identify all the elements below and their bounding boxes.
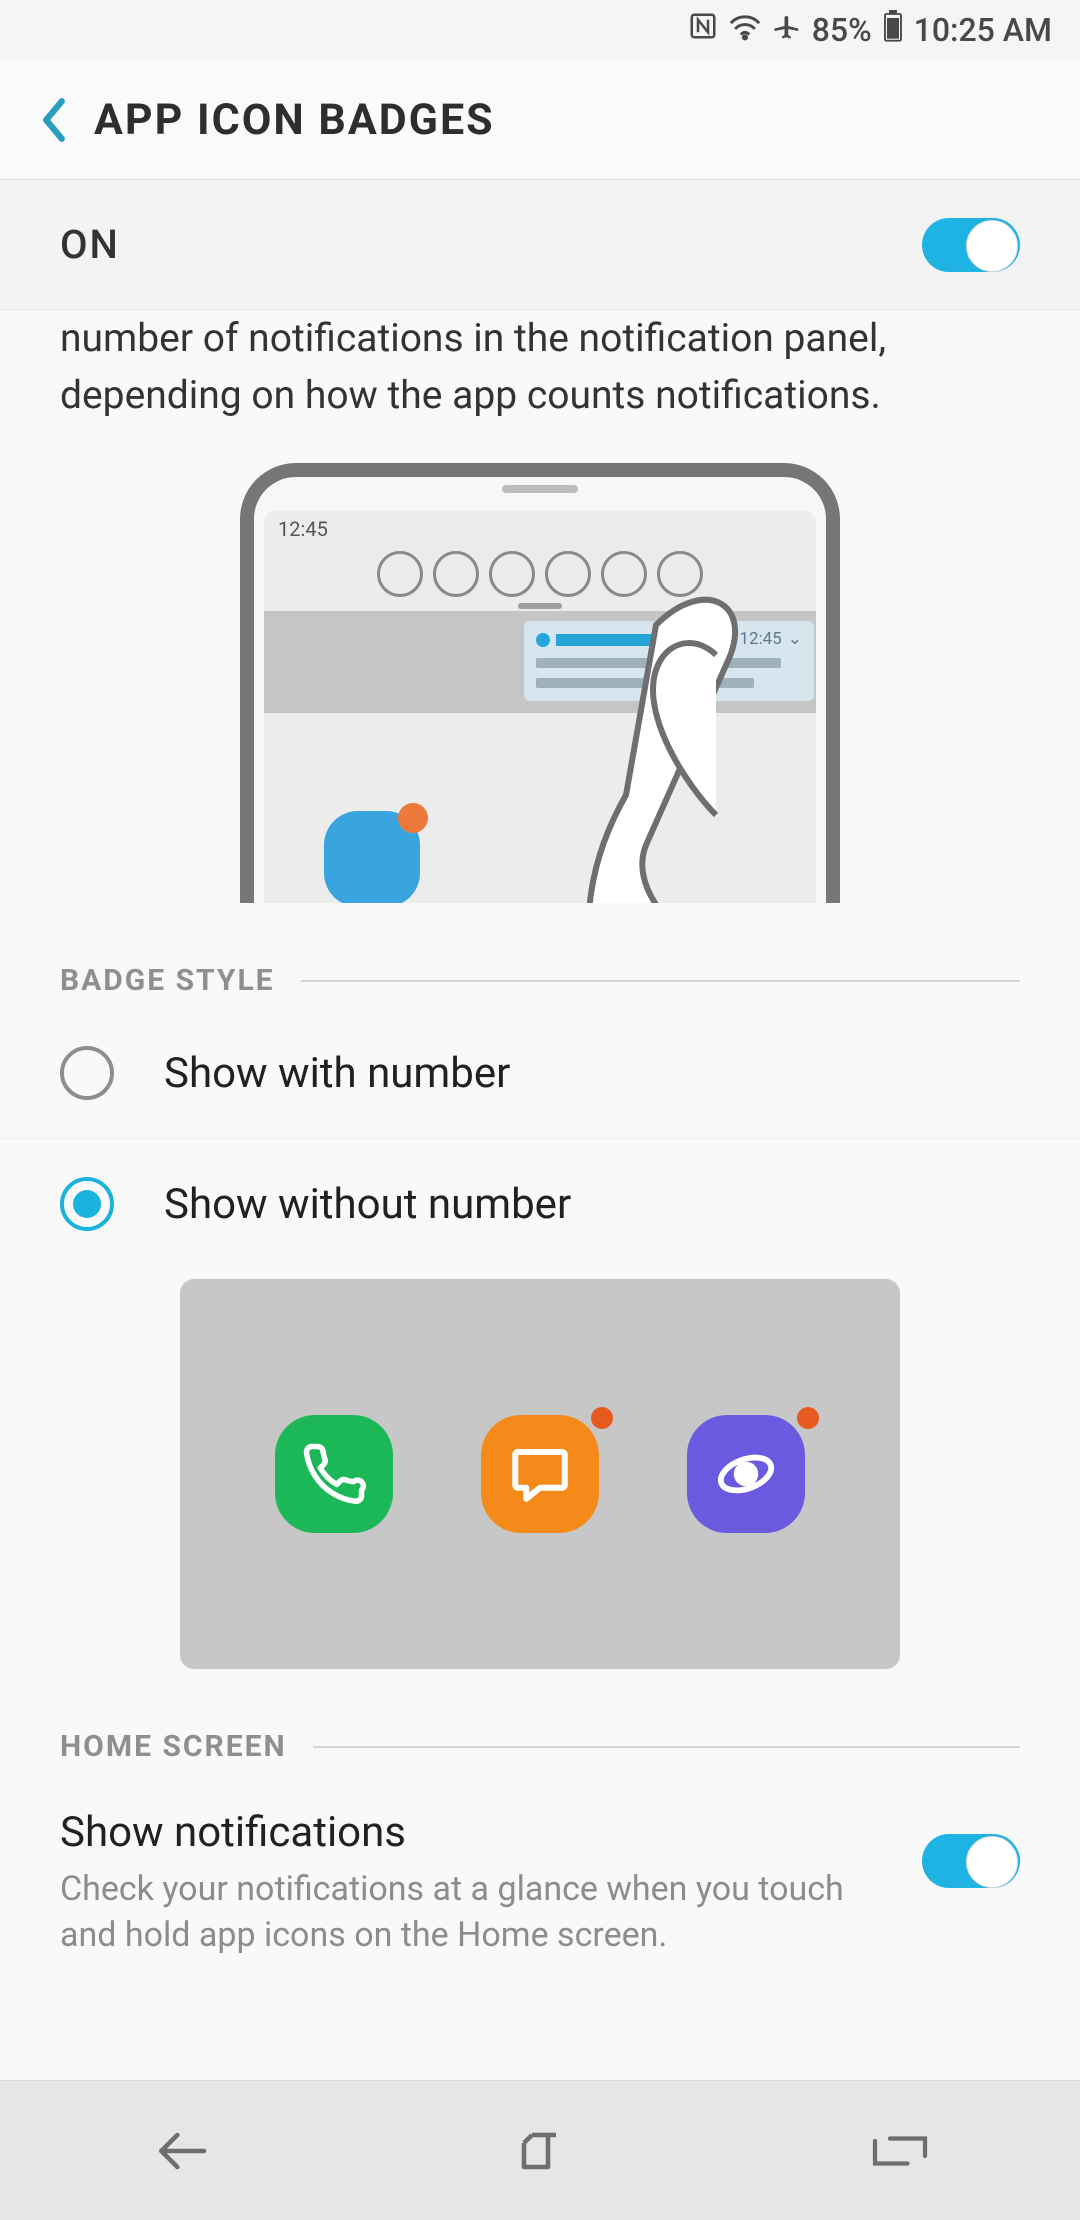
- radio-selected-icon: [60, 1177, 114, 1231]
- illustration-clock: 12:45: [264, 511, 816, 547]
- section-label: BADGE STYLE: [60, 963, 275, 998]
- preview-phone-icon: [275, 1415, 393, 1533]
- option-label: Show with number: [164, 1049, 510, 1098]
- illustration: 12:45 ⌄ 12:45: [0, 463, 1080, 903]
- wifi-icon: [728, 11, 762, 49]
- battery-icon: [882, 10, 904, 50]
- badge-dot-icon: [797, 1407, 819, 1429]
- master-toggle-switch[interactable]: [922, 218, 1020, 272]
- option-show-without-number[interactable]: Show without number: [0, 1138, 1080, 1269]
- radio-unselected-icon: [60, 1046, 114, 1100]
- badge-dot-icon: [591, 1407, 613, 1429]
- airplane-icon: [772, 11, 802, 49]
- nav-recents-button[interactable]: [800, 2101, 1000, 2201]
- nfc-icon: [688, 11, 718, 49]
- section-label: HOME SCREEN: [60, 1729, 287, 1764]
- setting-toggle-switch[interactable]: [922, 1834, 1020, 1888]
- illustration-notification: ⌄ 12:45: [524, 621, 814, 701]
- description-text: number of notifications in the notificat…: [0, 310, 1080, 463]
- section-home-screen: HOME SCREEN: [0, 1669, 1080, 1774]
- nav-back-button[interactable]: [80, 2101, 280, 2201]
- master-toggle-row[interactable]: ON: [0, 180, 1080, 310]
- status-bar: 85% 10:25 AM: [0, 0, 1080, 60]
- option-show-with-number[interactable]: Show with number: [0, 1008, 1080, 1138]
- battery-percent: 85%: [812, 11, 872, 49]
- preview-internet-icon: [687, 1415, 805, 1533]
- setting-show-notifications[interactable]: Show notifications Check your notificati…: [0, 1774, 1080, 2009]
- setting-title: Show notifications: [60, 1808, 882, 1857]
- preview-messages-icon: [481, 1415, 599, 1533]
- back-button[interactable]: [18, 84, 90, 156]
- master-toggle-label: ON: [60, 221, 922, 268]
- page-title: APP ICON BADGES: [94, 95, 495, 145]
- nav-home-button[interactable]: [440, 2101, 640, 2201]
- illustration-app-icon: [324, 811, 420, 903]
- illustration-phone: 12:45 ⌄ 12:45: [240, 463, 840, 903]
- badge-preview: [180, 1279, 900, 1669]
- section-badge-style: BADGE STYLE: [0, 903, 1080, 1008]
- setting-subtitle: Check your notifications at a glance whe…: [60, 1867, 882, 1959]
- navigation-bar: [0, 2080, 1080, 2220]
- clock-text: 10:25 AM: [914, 11, 1052, 49]
- app-header: APP ICON BADGES: [0, 60, 1080, 180]
- option-label: Show without number: [164, 1180, 571, 1229]
